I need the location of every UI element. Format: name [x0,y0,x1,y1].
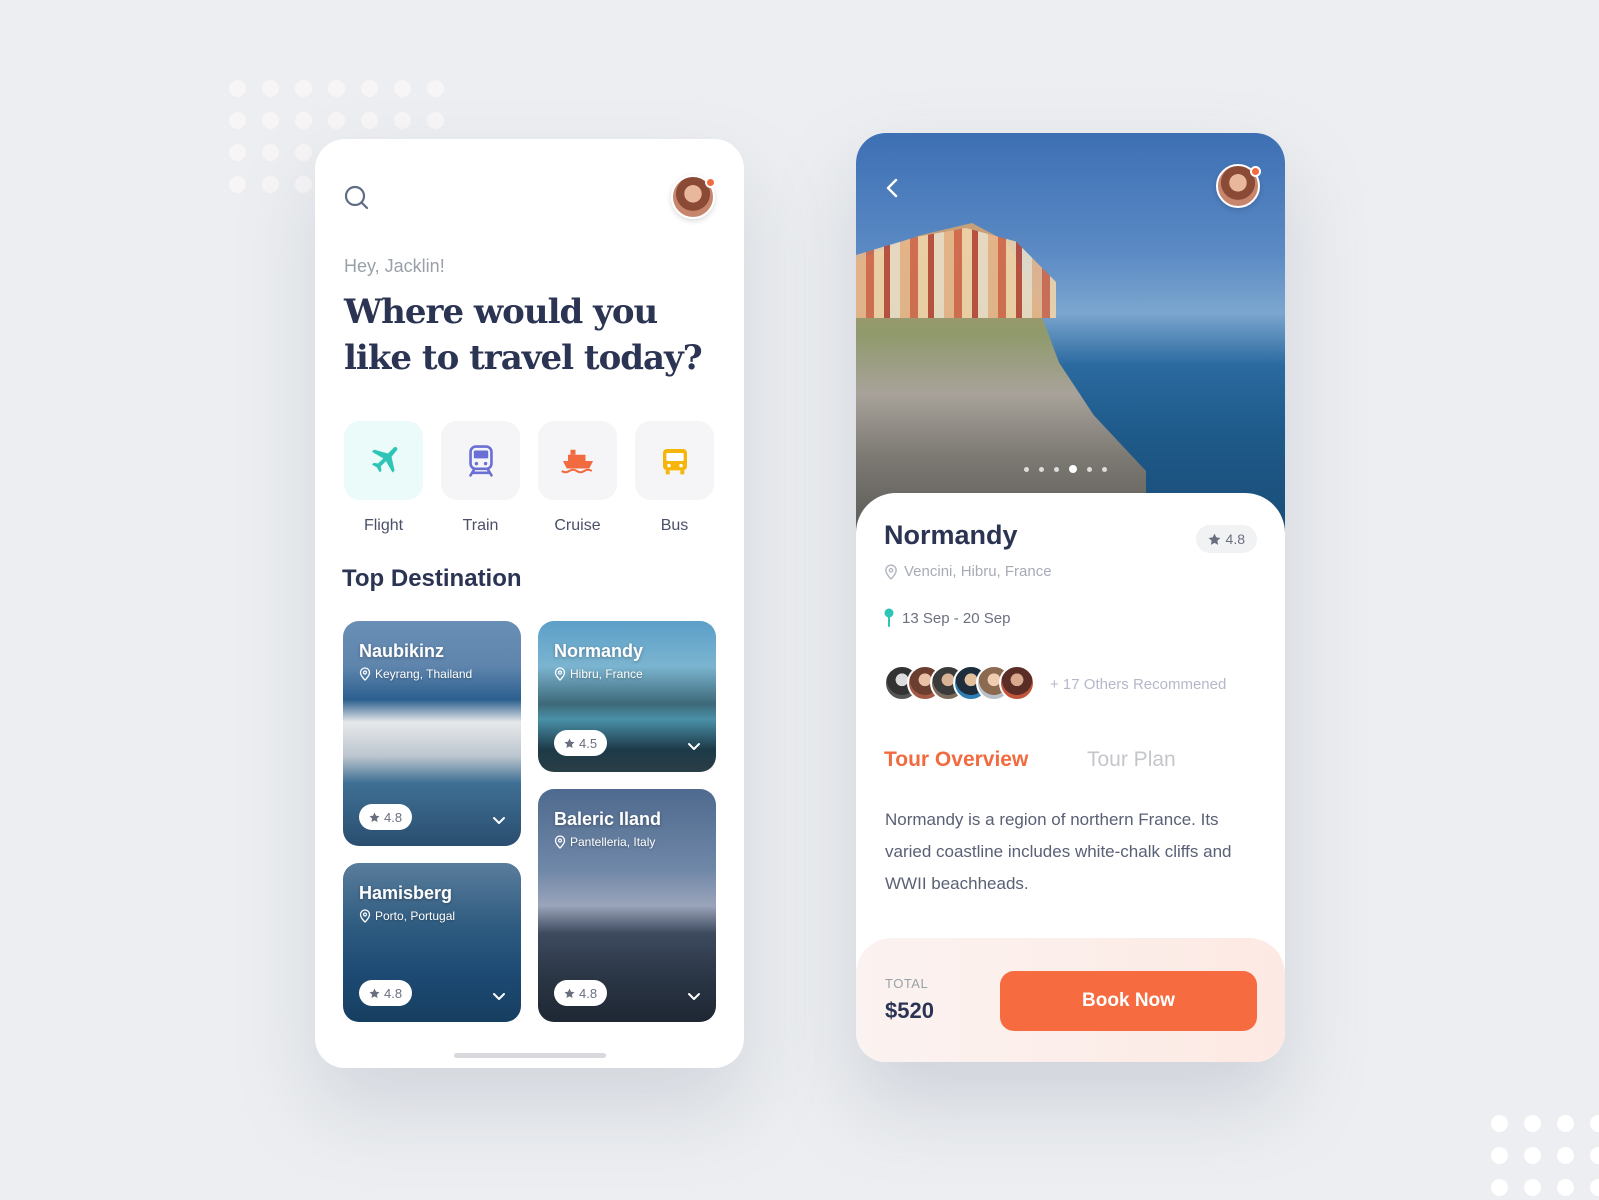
avatar [999,665,1035,701]
rating-value: 4.5 [579,735,598,751]
tab-tour-plan[interactable]: Tour Plan [1087,748,1176,772]
chevron-down-icon[interactable] [686,738,702,754]
page-title: Where would you like to travel today? [344,292,703,378]
destination-location: Porto, Portugal [375,909,456,923]
avatar[interactable] [671,175,716,219]
image-pager[interactable] [1024,465,1107,473]
rating-value: 4.8 [579,985,598,1001]
transport-options: Flight Train Cruise Bus [344,421,714,535]
train-icon [468,444,493,477]
transport-label: Flight [363,517,404,534]
recommender-avatars[interactable] [884,665,1035,701]
destination-name: Baleric Iland [554,809,662,829]
destination-card[interactable]: Hamisberg Porto, Portugal 4.8 [343,863,521,1022]
back-arrow-icon[interactable] [882,177,904,199]
total-label: TOTAL [885,976,929,991]
rating-value: 4.8 [1225,531,1245,547]
place-title: Normandy [884,520,1018,550]
destination-name: Naubikinz [359,641,445,661]
destination-name: Hamisberg [359,883,453,903]
pager-dot[interactable] [1024,466,1029,472]
transport-cruise[interactable]: Cruise [538,421,617,535]
pager-dot[interactable] [1069,465,1077,473]
star-icon [369,812,380,822]
notification-dot [1250,166,1261,177]
star-icon [1208,533,1220,545]
pager-dot[interactable] [1102,466,1107,472]
chevron-down-icon[interactable] [686,988,702,1004]
others-count: + 17 Others Recommened [1050,676,1227,693]
rating-badge: 4.8 [1195,525,1257,553]
trip-dates: 13 Sep - 20 Sep [902,609,1011,627]
avatar[interactable] [1216,164,1261,208]
rating-value: 4.8 [384,809,403,825]
rating-badge: 4.5 [554,730,608,756]
rating-badge: 4.8 [359,804,413,830]
pager-dot[interactable] [1039,466,1044,472]
detail-screen: Normandy 4.8 Vencini, Hibru, France 13 S… [856,133,1285,1062]
hero-village [856,228,1056,318]
destination-card[interactable]: Baleric Iland Pantelleria, Italy 4.8 [538,789,716,1022]
destination-location: Pantelleria, Italy [570,835,656,849]
bus-icon [662,448,687,474]
chevron-down-icon[interactable] [491,988,507,1004]
location-pin-icon [359,667,371,681]
section-title: Top Destination [342,565,522,592]
transport-label: Bus [660,517,689,534]
tab-tour-overview[interactable]: Tour Overview [884,748,1028,772]
decorative-dots [1491,1115,1599,1196]
destination-card[interactable]: Normandy Hibru, France 4.5 [538,621,716,772]
rating-badge: 4.8 [554,980,608,1006]
destination-name: Normandy [554,641,644,661]
destination-location: Keyrang, Thailand [375,667,473,681]
total-price: $520 [885,998,934,1023]
pin-icon [884,608,894,627]
search-icon[interactable] [342,183,372,213]
pager-dot[interactable] [1054,466,1059,472]
notification-dot [705,177,716,188]
star-icon [564,738,575,748]
location-pin-icon [554,835,566,849]
destination-card[interactable]: Naubikinz Keyrang, Thailand 4.8 [343,621,521,846]
ship-icon [560,449,593,473]
home-indicator [454,1053,606,1058]
greeting: Hey, Jacklin! [344,256,445,276]
rating-value: 4.8 [384,985,403,1001]
transport-label: Train [462,517,499,534]
rating-badge: 4.8 [359,980,413,1006]
location-pin-icon [554,667,566,681]
chevron-down-icon[interactable] [491,812,507,828]
transport-bus[interactable]: Bus [635,421,714,535]
home-screen: Hey, Jacklin! Where would you like to tr… [315,139,744,1068]
star-icon [369,988,380,998]
location-pin-icon [885,563,897,580]
location-pin-icon [359,909,371,923]
place-location: Vencini, Hibru, France [904,563,1052,580]
booking-footer: TOTAL $520 Book Now [856,938,1285,1062]
destination-location: Hibru, France [570,667,643,681]
tour-description: Normandy is a region of northern France.… [885,810,1232,893]
book-now-button[interactable]: Book Now [1000,971,1257,1031]
star-icon [564,988,575,998]
transport-label: Cruise [554,517,601,534]
transport-flight[interactable]: Flight [344,421,423,535]
pager-dot[interactable] [1087,466,1092,472]
plane-icon [371,446,397,472]
transport-train[interactable]: Train [441,421,520,535]
